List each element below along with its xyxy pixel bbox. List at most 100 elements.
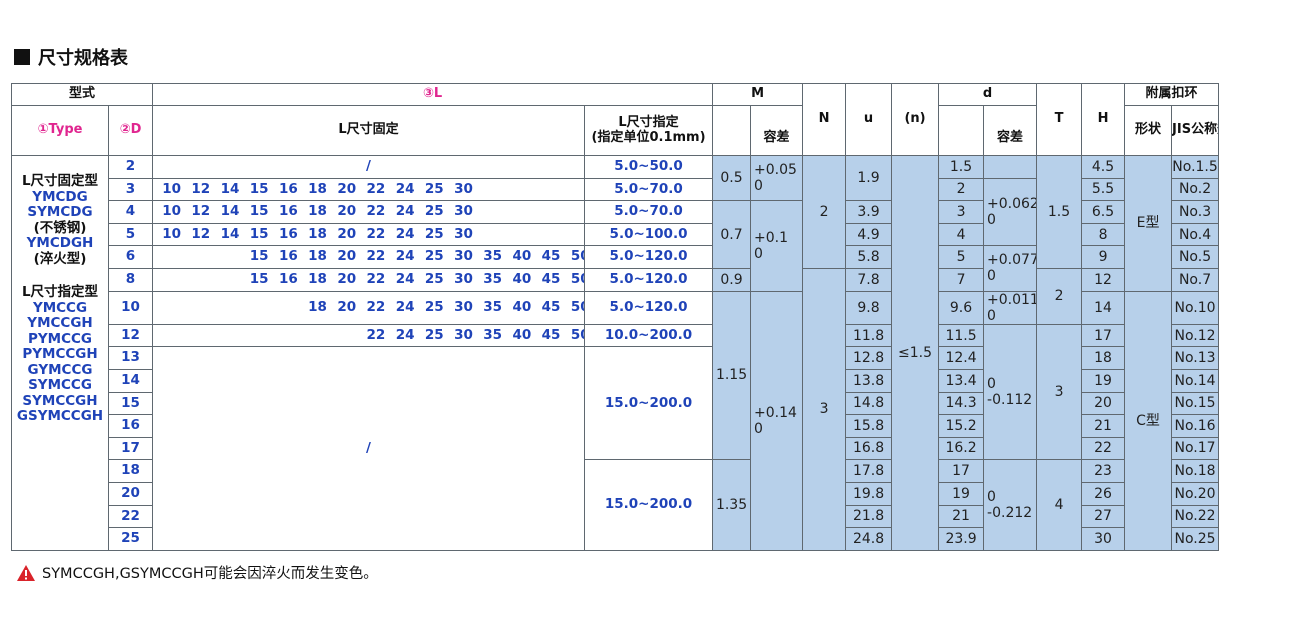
- d-cell: 15: [107, 391, 154, 416]
- jis-cell: No.25: [1171, 527, 1220, 551]
- l-fixed-value: 25: [424, 326, 444, 343]
- header-m-blank: [712, 105, 752, 156]
- m-cell: 0.7: [712, 200, 752, 269]
- jis-cell: No.13: [1171, 346, 1220, 370]
- h-cell: 20: [1081, 391, 1126, 416]
- l-fixed-value: 10: [162, 203, 181, 220]
- jis-cell: No.7: [1171, 267, 1220, 292]
- d-cell: 22: [107, 504, 154, 529]
- m-cell: 0.9: [712, 267, 752, 292]
- d-cell: 10: [107, 290, 154, 325]
- l-fixed-value: 15: [249, 225, 269, 242]
- l-fixed-value: 10: [162, 180, 181, 197]
- d-value-cell: 21: [938, 504, 985, 529]
- l-fixed-value: 22: [366, 248, 386, 265]
- l-fixed-value: 22: [366, 271, 386, 287]
- n-cell: 3: [802, 267, 847, 551]
- d-value-cell: 17: [938, 459, 985, 483]
- h-cell: 6.5: [1081, 200, 1126, 224]
- jis-cell: No.20: [1171, 481, 1220, 506]
- l-fixed-value: 22: [366, 298, 386, 315]
- l-fixed-value: 16: [278, 180, 298, 197]
- l-spec-cell: 5.0~120.0: [584, 267, 714, 292]
- l-fixed-value: 12: [191, 225, 211, 242]
- l-fixed-value: 12: [191, 180, 211, 197]
- l-fixed-cell: 10 12 14 15 16 18 20 22 24 25 30: [152, 200, 586, 224]
- header-h: H: [1081, 83, 1126, 156]
- l-fixed-value: 12: [191, 203, 211, 220]
- l-fixed-value: 16: [278, 203, 298, 220]
- header-d-blank: [938, 105, 985, 156]
- h-cell: 5.5: [1081, 177, 1126, 202]
- l-fixed-value: 40: [512, 326, 532, 343]
- l-fixed-value: 22: [366, 225, 386, 242]
- header-ring: 附属扣环: [1124, 83, 1220, 106]
- l-fixed-value: 20: [337, 180, 357, 197]
- header-t: T: [1036, 83, 1083, 156]
- l-fixed-value: 22: [366, 203, 386, 220]
- header-d: d: [938, 83, 1038, 106]
- l-fixed-value: 24: [395, 248, 415, 265]
- l-fixed-value: 50: [570, 271, 584, 287]
- l-fixed-value: 18: [308, 271, 327, 287]
- l-fixed-cell: 10 12 14 15 16 18 20 22 24 25 30: [152, 177, 586, 202]
- header-l-spec: L尺寸指定 (指定单位0.1mm): [584, 105, 714, 156]
- d-value-cell: 13.4: [938, 368, 985, 393]
- l-fixed-value: 15: [249, 180, 269, 197]
- table-row: 10182022242530354045505.0~120.01.15+0.14…: [12, 290, 1300, 551]
- l-fixed-value: 25: [424, 248, 444, 265]
- u-cell: 15.8: [845, 414, 893, 438]
- l-fixed-value: 16: [278, 225, 298, 242]
- header-m-tol: 容差: [750, 105, 804, 156]
- d-value-cell: 9.6: [938, 290, 985, 325]
- l-fixed-value: 18: [308, 203, 327, 220]
- l-spec-cell: 5.0~100.0: [584, 222, 714, 247]
- d-tolerance-blank: [983, 155, 1038, 179]
- n-paren-cell: ≤1.5: [891, 155, 940, 551]
- l-fixed-value: 40: [512, 298, 532, 315]
- h-cell: 22: [1081, 436, 1126, 461]
- u-cell: 5.8: [845, 245, 893, 269]
- u-cell: 13.8: [845, 368, 893, 393]
- l-fixed-value: 18: [308, 298, 327, 315]
- jis-cell: No.16: [1171, 414, 1220, 438]
- h-cell: 9: [1081, 245, 1126, 269]
- d-tolerance-cell: 0 -0.212: [983, 459, 1038, 551]
- l-fixed-value: 40: [512, 271, 532, 287]
- l-fixed-value: 35: [483, 326, 503, 343]
- header-type: ①Type: [11, 105, 109, 156]
- l-fixed-value: 45: [541, 326, 561, 343]
- h-cell: 30: [1081, 527, 1126, 551]
- d-cell: 5: [107, 222, 154, 247]
- warning-note: SYMCCGH,GSYMCCGH可能会因淬火而发生变色。: [16, 562, 378, 583]
- header-n: N: [802, 83, 847, 156]
- l-fixed-cell: 10 12 14 15 16 18 20 22 24 25 30: [152, 222, 586, 247]
- shape-cell: E型: [1124, 155, 1173, 292]
- l-fixed-value: 25: [424, 225, 444, 242]
- l-fixed-value: 25: [424, 203, 444, 220]
- header-d-tol: 容差: [983, 105, 1038, 156]
- d-cell: 6: [107, 245, 154, 269]
- l-fixed-value: 24: [395, 225, 415, 242]
- l-fixed-value: 30: [454, 298, 473, 315]
- l-fixed-value: 20: [337, 203, 357, 220]
- warning-icon: [17, 564, 35, 581]
- l-fixed-value: 24: [395, 180, 415, 197]
- m-tolerance-cell: +0.05 0: [750, 154, 804, 202]
- l-fixed-value: 16: [278, 271, 298, 287]
- jis-cell: No.17: [1171, 436, 1220, 461]
- d-cell: 3: [107, 177, 154, 202]
- l-spec-merged: 15.0~200.0: [584, 346, 714, 461]
- d-cell: 20: [107, 481, 154, 506]
- u-cell: 4.9: [845, 222, 893, 247]
- l-fixed-value: 30: [454, 271, 473, 287]
- l-fixed-value: 35: [483, 248, 503, 265]
- d-cell: 2: [107, 155, 154, 179]
- d-cell: 12: [107, 323, 154, 348]
- u-cell: 7.8: [845, 267, 893, 292]
- l-fixed-value: 50: [570, 326, 584, 343]
- l-fixed-value: 45: [541, 248, 561, 265]
- d-value-cell: 23.9: [938, 527, 985, 551]
- l-fixed-value: 24: [395, 298, 415, 315]
- l-fixed-value: 15: [249, 248, 269, 265]
